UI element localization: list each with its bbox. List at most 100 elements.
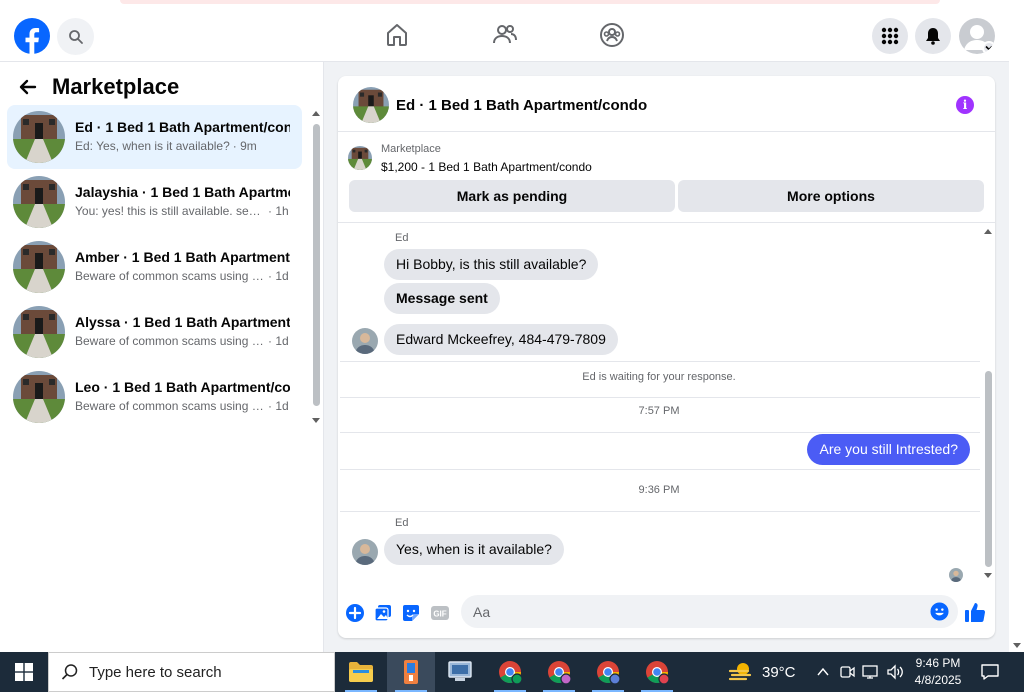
scroll-up-arrow-icon[interactable] xyxy=(984,229,992,234)
message-input[interactable] xyxy=(461,595,958,628)
search-button[interactable] xyxy=(57,18,94,55)
conversation-preview: Beware of common scams using p... · 1d xyxy=(75,269,290,283)
chat-title[interactable]: Ed · 1 Bed 1 Bath Apartment/condo xyxy=(396,97,647,114)
svg-text:GIF: GIF xyxy=(433,610,446,619)
chrome-icon xyxy=(646,661,670,685)
clock-date: 4/8/2025 xyxy=(914,673,962,687)
notification-center-icon[interactable] xyxy=(980,662,1000,682)
sticker-icon[interactable] xyxy=(401,603,421,623)
scroll-down-arrow-icon[interactable] xyxy=(984,573,992,578)
listing-small-thumbnail xyxy=(348,146,372,170)
taskbar-search-input[interactable] xyxy=(89,663,329,681)
marketplace-sidebar: Marketplace Ed · 1 Bed 1 Bath Apartment/… xyxy=(0,62,324,652)
browser-top-edge xyxy=(0,0,1024,8)
outgoing-message[interactable]: Are you still Intrested? xyxy=(807,434,970,465)
chrome-profile-4[interactable] xyxy=(633,652,681,692)
network-button[interactable] xyxy=(859,652,883,692)
conversation-item[interactable]: Alyssa · 1 Bed 1 Bath Apartment... Beware… xyxy=(7,300,302,364)
notifications-button[interactable] xyxy=(915,18,951,54)
scroll-down-arrow-icon[interactable] xyxy=(1013,643,1021,648)
message-time: · 9m xyxy=(232,139,257,153)
weather-widget[interactable]: 39°C xyxy=(728,652,796,692)
groups-icon[interactable] xyxy=(599,22,625,48)
windows-logo-icon xyxy=(15,663,33,681)
show-hidden-icons-button[interactable] xyxy=(811,652,835,692)
marketplace-listing-card: Marketplace $1,200 - 1 Bed 1 Bath Apartm… xyxy=(338,133,995,223)
message-sender-name: Ed xyxy=(395,517,409,529)
incoming-message[interactable]: Yes, when is it available? xyxy=(384,534,564,565)
app-icon xyxy=(404,660,418,684)
browser-tab-strip xyxy=(120,0,940,4)
chrome-profile-2[interactable] xyxy=(535,652,583,692)
monitor-icon xyxy=(448,661,472,681)
info-icon[interactable]: i xyxy=(956,96,974,114)
taskbar-clock[interactable]: 9:46 PM 4/8/2025 xyxy=(908,655,968,689)
back-arrow-icon[interactable] xyxy=(18,77,38,97)
pinned-app[interactable] xyxy=(387,652,435,692)
message-snippet: Beware of common scams using p... xyxy=(75,269,265,283)
divider xyxy=(340,511,980,512)
mark-as-pending-button[interactable]: Mark as pending xyxy=(349,180,675,212)
taskbar-search[interactable] xyxy=(48,652,335,692)
volume-button[interactable] xyxy=(883,652,907,692)
home-icon[interactable] xyxy=(384,22,410,48)
message-time: · 1d xyxy=(268,269,289,283)
conversation-preview: Ed: Yes, when is it available? · 9m xyxy=(75,139,290,153)
menu-button[interactable] xyxy=(872,18,908,54)
chrome-icon xyxy=(499,661,523,685)
start-button[interactable] xyxy=(0,652,48,692)
friends-icon[interactable] xyxy=(492,22,518,48)
scroll-down-arrow-icon[interactable] xyxy=(312,418,320,423)
seen-indicator-avatar xyxy=(949,568,963,582)
window-scrollbar[interactable] xyxy=(1009,8,1024,652)
meet-now-icon xyxy=(840,666,855,678)
folder-icon xyxy=(349,662,373,682)
account-avatar-button[interactable] xyxy=(959,18,995,54)
sender-avatar[interactable] xyxy=(352,539,378,565)
thumbs-up-icon[interactable] xyxy=(964,601,986,623)
chat-header: Ed · 1 Bed 1 Bath Apartment/condo i xyxy=(338,76,995,132)
message-composer: GIF xyxy=(338,588,995,638)
message-time: · 1d xyxy=(268,399,289,413)
conversation-item[interactable]: Ed · 1 Bed 1 Bath Apartment/con... Ed: Ye… xyxy=(7,105,302,169)
scrollbar-thumb[interactable] xyxy=(985,371,992,567)
chat-scrollbar[interactable] xyxy=(983,226,993,578)
incoming-message[interactable]: Hi Bobby, is this still available? xyxy=(384,249,599,280)
conversation-item[interactable]: Amber · 1 Bed 1 Bath Apartment... Beware … xyxy=(7,235,302,299)
conversation-item[interactable]: Jalayshia · 1 Bed 1 Bath Apartme... You: … xyxy=(7,170,302,234)
more-options-button[interactable]: More options xyxy=(678,180,984,212)
timestamp: 9:36 PM xyxy=(638,484,680,496)
listing-thumbnail xyxy=(13,371,65,423)
message-snippet: Beware of common scams using p... xyxy=(75,334,265,348)
incoming-message[interactable]: Edward Mckeefrey, 484-479-7809 xyxy=(384,324,618,355)
gif-icon[interactable]: GIF xyxy=(430,603,450,623)
tray-app-button[interactable] xyxy=(835,652,859,692)
sidebar-scrollbar[interactable] xyxy=(311,108,321,423)
conversation-item[interactable]: Leo · 1 Bed 1 Bath Apartment/co... Beware… xyxy=(7,365,302,429)
conversation-preview: Beware of common scams using p... · 1d xyxy=(75,334,290,348)
sender-avatar[interactable] xyxy=(352,328,378,354)
conversation-title: Amber · 1 Bed 1 Bath Apartment... xyxy=(75,249,290,265)
listing-thumbnail[interactable] xyxy=(353,87,389,123)
emoji-icon[interactable] xyxy=(930,602,949,621)
marketplace-label: Marketplace xyxy=(381,143,441,155)
incoming-message[interactable]: Message sent xyxy=(384,283,500,314)
weather-haze-icon xyxy=(728,663,752,681)
chrome-profile-3[interactable] xyxy=(584,652,632,692)
speaker-icon xyxy=(887,664,903,680)
conversation-title: Ed · 1 Bed 1 Bath Apartment/con... xyxy=(75,119,290,135)
photo-icon[interactable] xyxy=(373,603,393,623)
remote-desktop-app[interactable] xyxy=(436,652,484,692)
message-time: · 1d xyxy=(268,334,289,348)
listing-price-title[interactable]: $1,200 - 1 Bed 1 Bath Apartment/condo xyxy=(381,160,592,174)
chrome-profile-l[interactable] xyxy=(486,652,534,692)
scroll-up-arrow-icon[interactable] xyxy=(312,111,320,116)
conversation-title: Alyssa · 1 Bed 1 Bath Apartment... xyxy=(75,314,290,330)
listing-thumbnail xyxy=(13,111,65,163)
file-explorer-app[interactable] xyxy=(337,652,385,692)
plus-circle-icon[interactable] xyxy=(345,603,365,623)
message-snippet: You: yes! this is still available. send … xyxy=(75,204,265,218)
facebook-logo-icon[interactable] xyxy=(14,18,50,54)
listing-thumbnail xyxy=(13,176,65,228)
scrollbar-thumb[interactable] xyxy=(313,124,320,406)
